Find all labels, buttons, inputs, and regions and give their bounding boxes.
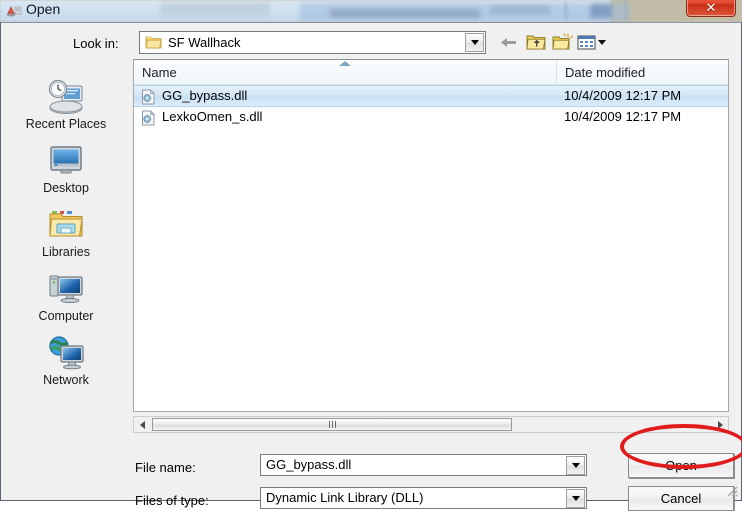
close-icon: ✕ (705, 1, 717, 16)
recent-places-icon (45, 78, 87, 116)
table-row[interactable]: GG_bypass.dll 10/4/2009 12:17 PM (134, 85, 728, 107)
window-title: Open (26, 1, 61, 17)
files-of-type-value: Dynamic Link Library (DLL) (266, 490, 424, 505)
sidebar-item-label: Computer (38, 309, 94, 323)
places-sidebar: Recent Places Desktop Libraries Computer… (2, 56, 130, 413)
chevron-right-icon (717, 420, 723, 429)
look-in-combobox[interactable]: SF Wallhack (139, 31, 486, 54)
up-one-level-button[interactable] (525, 32, 547, 53)
horizontal-scrollbar[interactable] (133, 416, 729, 433)
file-name-label: File name: (135, 460, 196, 475)
open-button-label: Open (665, 458, 697, 473)
files-of-type-combobox[interactable]: Dynamic Link Library (DLL) (260, 487, 587, 509)
resize-grip[interactable] (724, 483, 738, 497)
column-header-date-modified[interactable]: Date modified (556, 60, 728, 85)
sidebar-item-label: Recent Places (25, 117, 107, 131)
sidebar-item-libraries[interactable]: Libraries (2, 206, 130, 270)
file-name: GG_bypass.dll (162, 88, 248, 103)
cancel-button-label: Cancel (660, 491, 702, 506)
file-rows: GG_bypass.dll 10/4/2009 12:17 PM LexkoOm… (134, 85, 728, 411)
back-button[interactable] (498, 32, 520, 53)
scrollbar-thumb[interactable] (152, 418, 512, 431)
views-button[interactable] (577, 32, 607, 53)
scroll-right-button[interactable] (712, 417, 728, 432)
column-header-name-label: Name (142, 65, 177, 80)
sidebar-item-desktop[interactable]: Desktop (2, 142, 130, 206)
open-button[interactable]: Open (628, 453, 734, 478)
sidebar-item-label: Desktop (43, 181, 89, 195)
views-icon (577, 35, 606, 50)
column-header-date-label: Date modified (565, 65, 646, 80)
chevron-down-icon (571, 496, 580, 501)
back-arrow-icon (501, 38, 516, 47)
computer-icon (45, 270, 87, 308)
look-in-label: Look in: (73, 36, 119, 51)
new-folder-icon (552, 33, 574, 50)
file-name-input[interactable]: GG_bypass.dll (260, 454, 587, 476)
grip-icon (328, 421, 336, 428)
sidebar-item-label: Network (43, 373, 89, 387)
network-icon (45, 334, 87, 372)
title-bar[interactable]: Open ✕ (0, 0, 742, 22)
chevron-down-icon (571, 463, 580, 468)
new-folder-button[interactable] (551, 32, 574, 53)
app-icon (6, 3, 22, 19)
column-header-name[interactable]: Name (134, 60, 556, 85)
chevron-left-icon (139, 420, 145, 429)
sidebar-item-recent-places[interactable]: Recent Places (2, 78, 130, 142)
file-name-value: GG_bypass.dll (266, 457, 352, 472)
chevron-down-icon (470, 40, 479, 45)
look-in-dropdown-button[interactable] (465, 33, 484, 52)
dll-file-icon (141, 110, 156, 126)
cancel-button[interactable]: Cancel (628, 486, 734, 511)
file-name: LexkoOmen_s.dll (162, 109, 263, 124)
files-of-type-dropdown-button[interactable] (566, 489, 585, 508)
open-file-dialog: Look in: SF Wallhack Recent Places Deskt… (0, 22, 742, 511)
sidebar-item-label: Libraries (42, 245, 90, 259)
look-in-value: SF Wallhack (168, 35, 241, 50)
table-row[interactable]: LexkoOmen_s.dll 10/4/2009 12:17 PM (134, 107, 728, 129)
file-list-pane: Name Date modified GG_bypass.dll 10/4/20… (133, 59, 729, 412)
up-folder-icon (526, 35, 546, 50)
sort-ascending-icon (339, 61, 351, 66)
close-button[interactable]: ✕ (686, 0, 736, 17)
folder-icon (145, 35, 162, 50)
column-header-row: Name Date modified (134, 60, 728, 85)
libraries-icon (45, 206, 87, 244)
scroll-left-button[interactable] (134, 417, 150, 432)
desktop-icon (45, 142, 87, 180)
dll-file-icon (141, 89, 156, 105)
file-date-modified: 10/4/2009 12:17 PM (564, 88, 682, 103)
file-date-modified: 10/4/2009 12:17 PM (564, 109, 682, 124)
file-name-dropdown-button[interactable] (566, 456, 585, 475)
sidebar-item-computer[interactable]: Computer (2, 270, 130, 334)
sidebar-item-network[interactable]: Network (2, 334, 130, 398)
